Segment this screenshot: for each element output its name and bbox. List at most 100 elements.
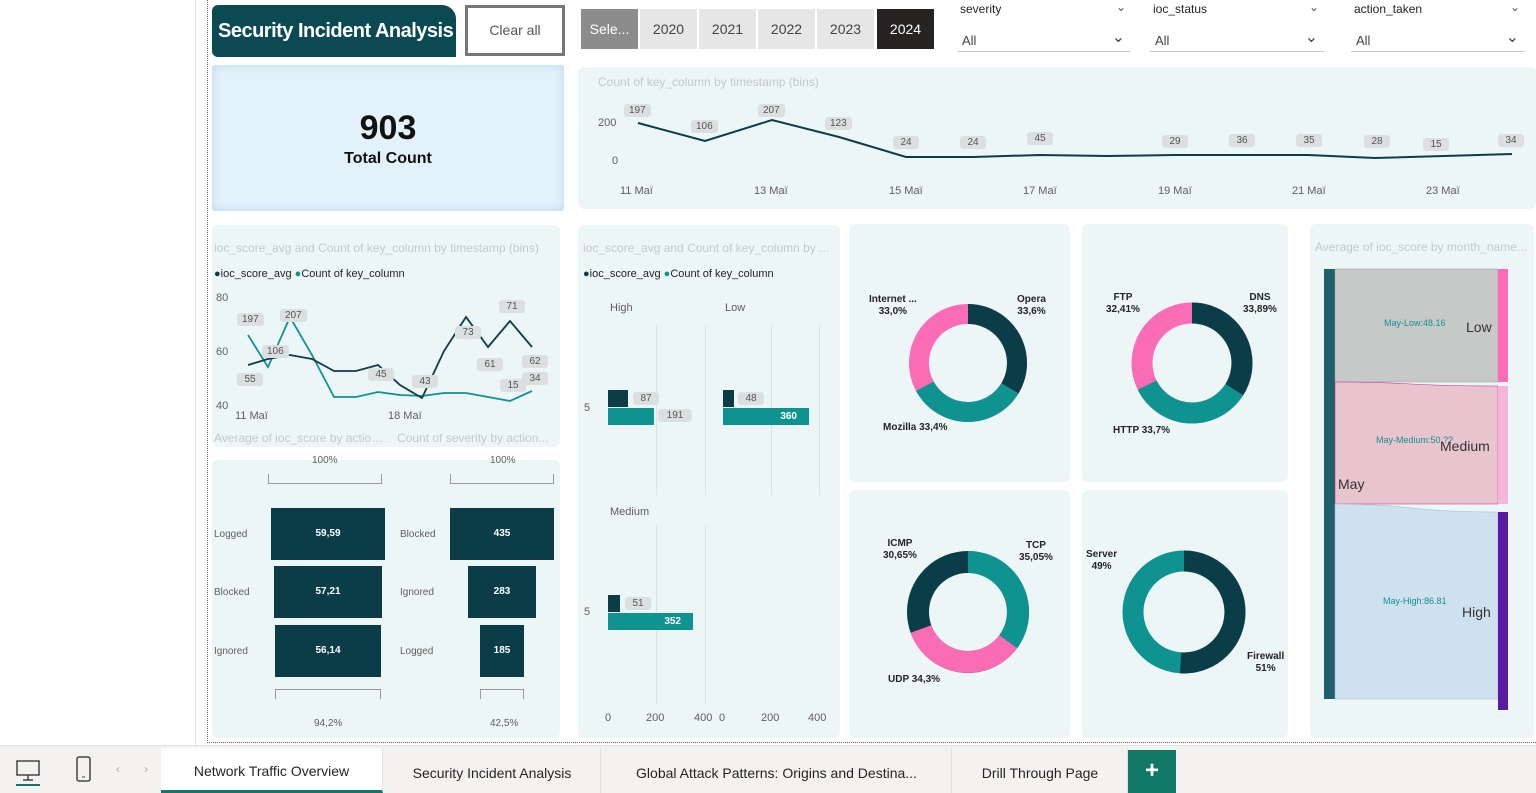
flow-target: Low (1466, 319, 1492, 335)
funnel-bar: 59,59 (271, 508, 385, 560)
y-tick: 5 (584, 402, 591, 414)
year-2020[interactable]: 2020 (640, 9, 697, 49)
severity-dropdown[interactable]: All ⌄ (957, 28, 1131, 52)
data-label: 62 (522, 355, 548, 368)
data-label: 61 (477, 358, 503, 371)
tab-security-incident-analysis[interactable]: Security Incident Analysis (384, 748, 601, 793)
ioc-status-slicer-label: ioc_status (1153, 2, 1208, 16)
slice-name: Firewall (1247, 651, 1285, 662)
data-label: 24 (960, 136, 986, 149)
clear-slicers-button[interactable]: Clear all slicers (465, 5, 565, 83)
legend-item: Count of key_column (670, 268, 774, 280)
x-tick: 17 Maï (1023, 185, 1057, 197)
chevron-down-icon[interactable]: ⌄ (1116, 0, 1126, 14)
bar-dark (723, 390, 734, 407)
data-label: 197 (237, 313, 264, 326)
funnel-label: Ignored (400, 587, 434, 598)
x-tick: 18 Maï (388, 410, 422, 422)
slice-label: Opera 33,6% (1017, 294, 1046, 318)
ioc-status-dropdown[interactable]: All ⌄ (1150, 28, 1324, 52)
slice-name: Mozilla (883, 422, 917, 433)
desktop-view-icon[interactable] (14, 758, 42, 786)
action-taken-value: All (1356, 33, 1371, 48)
slice-pct: 34,3% (911, 674, 941, 685)
ioc-score-combo-chart[interactable]: ioc_score_avg and Count of key_column by… (212, 225, 560, 447)
chevron-down-icon: ⌄ (1111, 29, 1125, 46)
funnel-bar: 56,14 (275, 625, 381, 677)
funnel-bar: 185 (480, 625, 524, 677)
slice-name: DNS (1249, 292, 1271, 303)
data-label: 45 (1027, 132, 1053, 145)
slice-pct: 35,05% (1019, 552, 1053, 563)
data-label: 207 (280, 309, 307, 322)
slice-pct: 33,0% (878, 306, 908, 317)
x-tick: 11 Maï (620, 185, 653, 197)
chevron-down-icon[interactable]: ⌄ (1510, 0, 1520, 14)
year-2021[interactable]: 2021 (699, 9, 756, 49)
donut-device (1122, 550, 1246, 674)
sankey-card[interactable]: Average of ioc_score by month_name... Ma… (1310, 224, 1534, 738)
tab-network-traffic-overview[interactable]: Network Traffic Overview (161, 748, 383, 793)
slice-label: Mozilla 33,4% (883, 422, 947, 433)
year-2022[interactable]: 2022 (758, 9, 815, 49)
donut-protocol (907, 551, 1029, 673)
count-by-timestamp-chart[interactable]: Count of key_column by timestamp (bins) … (578, 67, 1536, 209)
funnel-label: Blocked (400, 529, 436, 540)
donut-browser-card[interactable]: Internet ... 33,0% Opera 33,6% Mozilla 33,… (849, 224, 1070, 482)
data-label: 73 (455, 326, 481, 339)
slice-pct: 51% (1255, 663, 1276, 674)
slice-name: UDP (888, 674, 909, 685)
donut-protocol-card[interactable]: ICMP 30,65% TCP 35,05% UDP 34,3% (849, 490, 1070, 738)
data-label: 36 (1229, 134, 1255, 147)
bar-teal: 360 (723, 408, 809, 425)
tab-drill-through-page[interactable]: Drill Through Page (953, 748, 1128, 793)
chevron-left-icon[interactable]: ‹ (116, 762, 120, 776)
tab-global-attack-patterns[interactable]: Global Attack Patterns: Origins and Dest… (602, 748, 952, 793)
severity-slicer-label: severity (960, 2, 1002, 16)
funnel-label: Logged (400, 646, 434, 657)
x-tick: 0 (719, 712, 726, 724)
kpi-value: 903 (359, 109, 417, 147)
chart-title: ioc_score_avg and Count of key_column by… (583, 241, 830, 255)
slice-name: HTTP (1113, 425, 1139, 436)
slice-label: FTP 32,41% (1106, 292, 1140, 316)
donut-device-card[interactable]: Server 49% Firewall 51% (1082, 490, 1288, 738)
data-label: 207 (758, 104, 785, 117)
page-title: Security Incident Analysis (212, 5, 456, 57)
funnel-bottom-pct: 42,5% (490, 718, 519, 729)
donut-app-card[interactable]: FTP 32,41% DNS 33,89% HTTP 33,7% (1082, 224, 1288, 482)
action-taken-dropdown[interactable]: All ⌄ (1351, 28, 1525, 52)
funnel-left: 100% Logged 59,59 Blocked 57,21 Ignored … (212, 455, 392, 738)
funnel-right-title: Count of severity by action... (397, 431, 549, 445)
x-tick: 11 Maï (235, 410, 268, 422)
x-tick: 0 (605, 712, 612, 724)
year-2024[interactable]: 2024 (877, 9, 934, 49)
y-tick: 5 (584, 606, 591, 618)
data-label: 106 (262, 345, 289, 358)
small-multiples-chart[interactable]: ioc_score_avg and Count of key_column by… (578, 225, 840, 738)
slice-label: Firewall 51% (1247, 651, 1284, 675)
sankey-source: May (1338, 476, 1365, 492)
line-plot (637, 118, 1513, 160)
chevron-right-icon[interactable]: › (144, 762, 148, 776)
funnel-bar: 435 (450, 508, 554, 560)
year-2023[interactable]: 2023 (817, 9, 874, 49)
funnel-charts[interactable]: 100% Logged 59,59 Blocked 57,21 Ignored … (212, 455, 560, 738)
flow-target: Medium (1440, 438, 1490, 454)
phone-icon (76, 756, 91, 782)
data-label: 123 (825, 117, 852, 130)
slice-pct: 32,41% (1106, 304, 1140, 315)
slice-pct: 33,6% (1017, 306, 1046, 317)
phone-view-icon[interactable] (74, 756, 94, 784)
bar-dark (608, 390, 628, 407)
flow-target: High (1462, 604, 1491, 620)
donut-browser (909, 304, 1027, 422)
slice-pct: 33,4% (919, 422, 948, 433)
year-select-all[interactable]: Sele... (581, 9, 638, 49)
funnel-bottom-pct: 94,2% (314, 718, 343, 729)
kpi-label: Total Count (344, 150, 432, 167)
slice-pct: 49% (1091, 561, 1112, 572)
chevron-down-icon[interactable]: ⌄ (1309, 0, 1319, 14)
funnel-bar: 57,21 (274, 566, 382, 618)
add-page-button[interactable]: + (1128, 750, 1176, 793)
